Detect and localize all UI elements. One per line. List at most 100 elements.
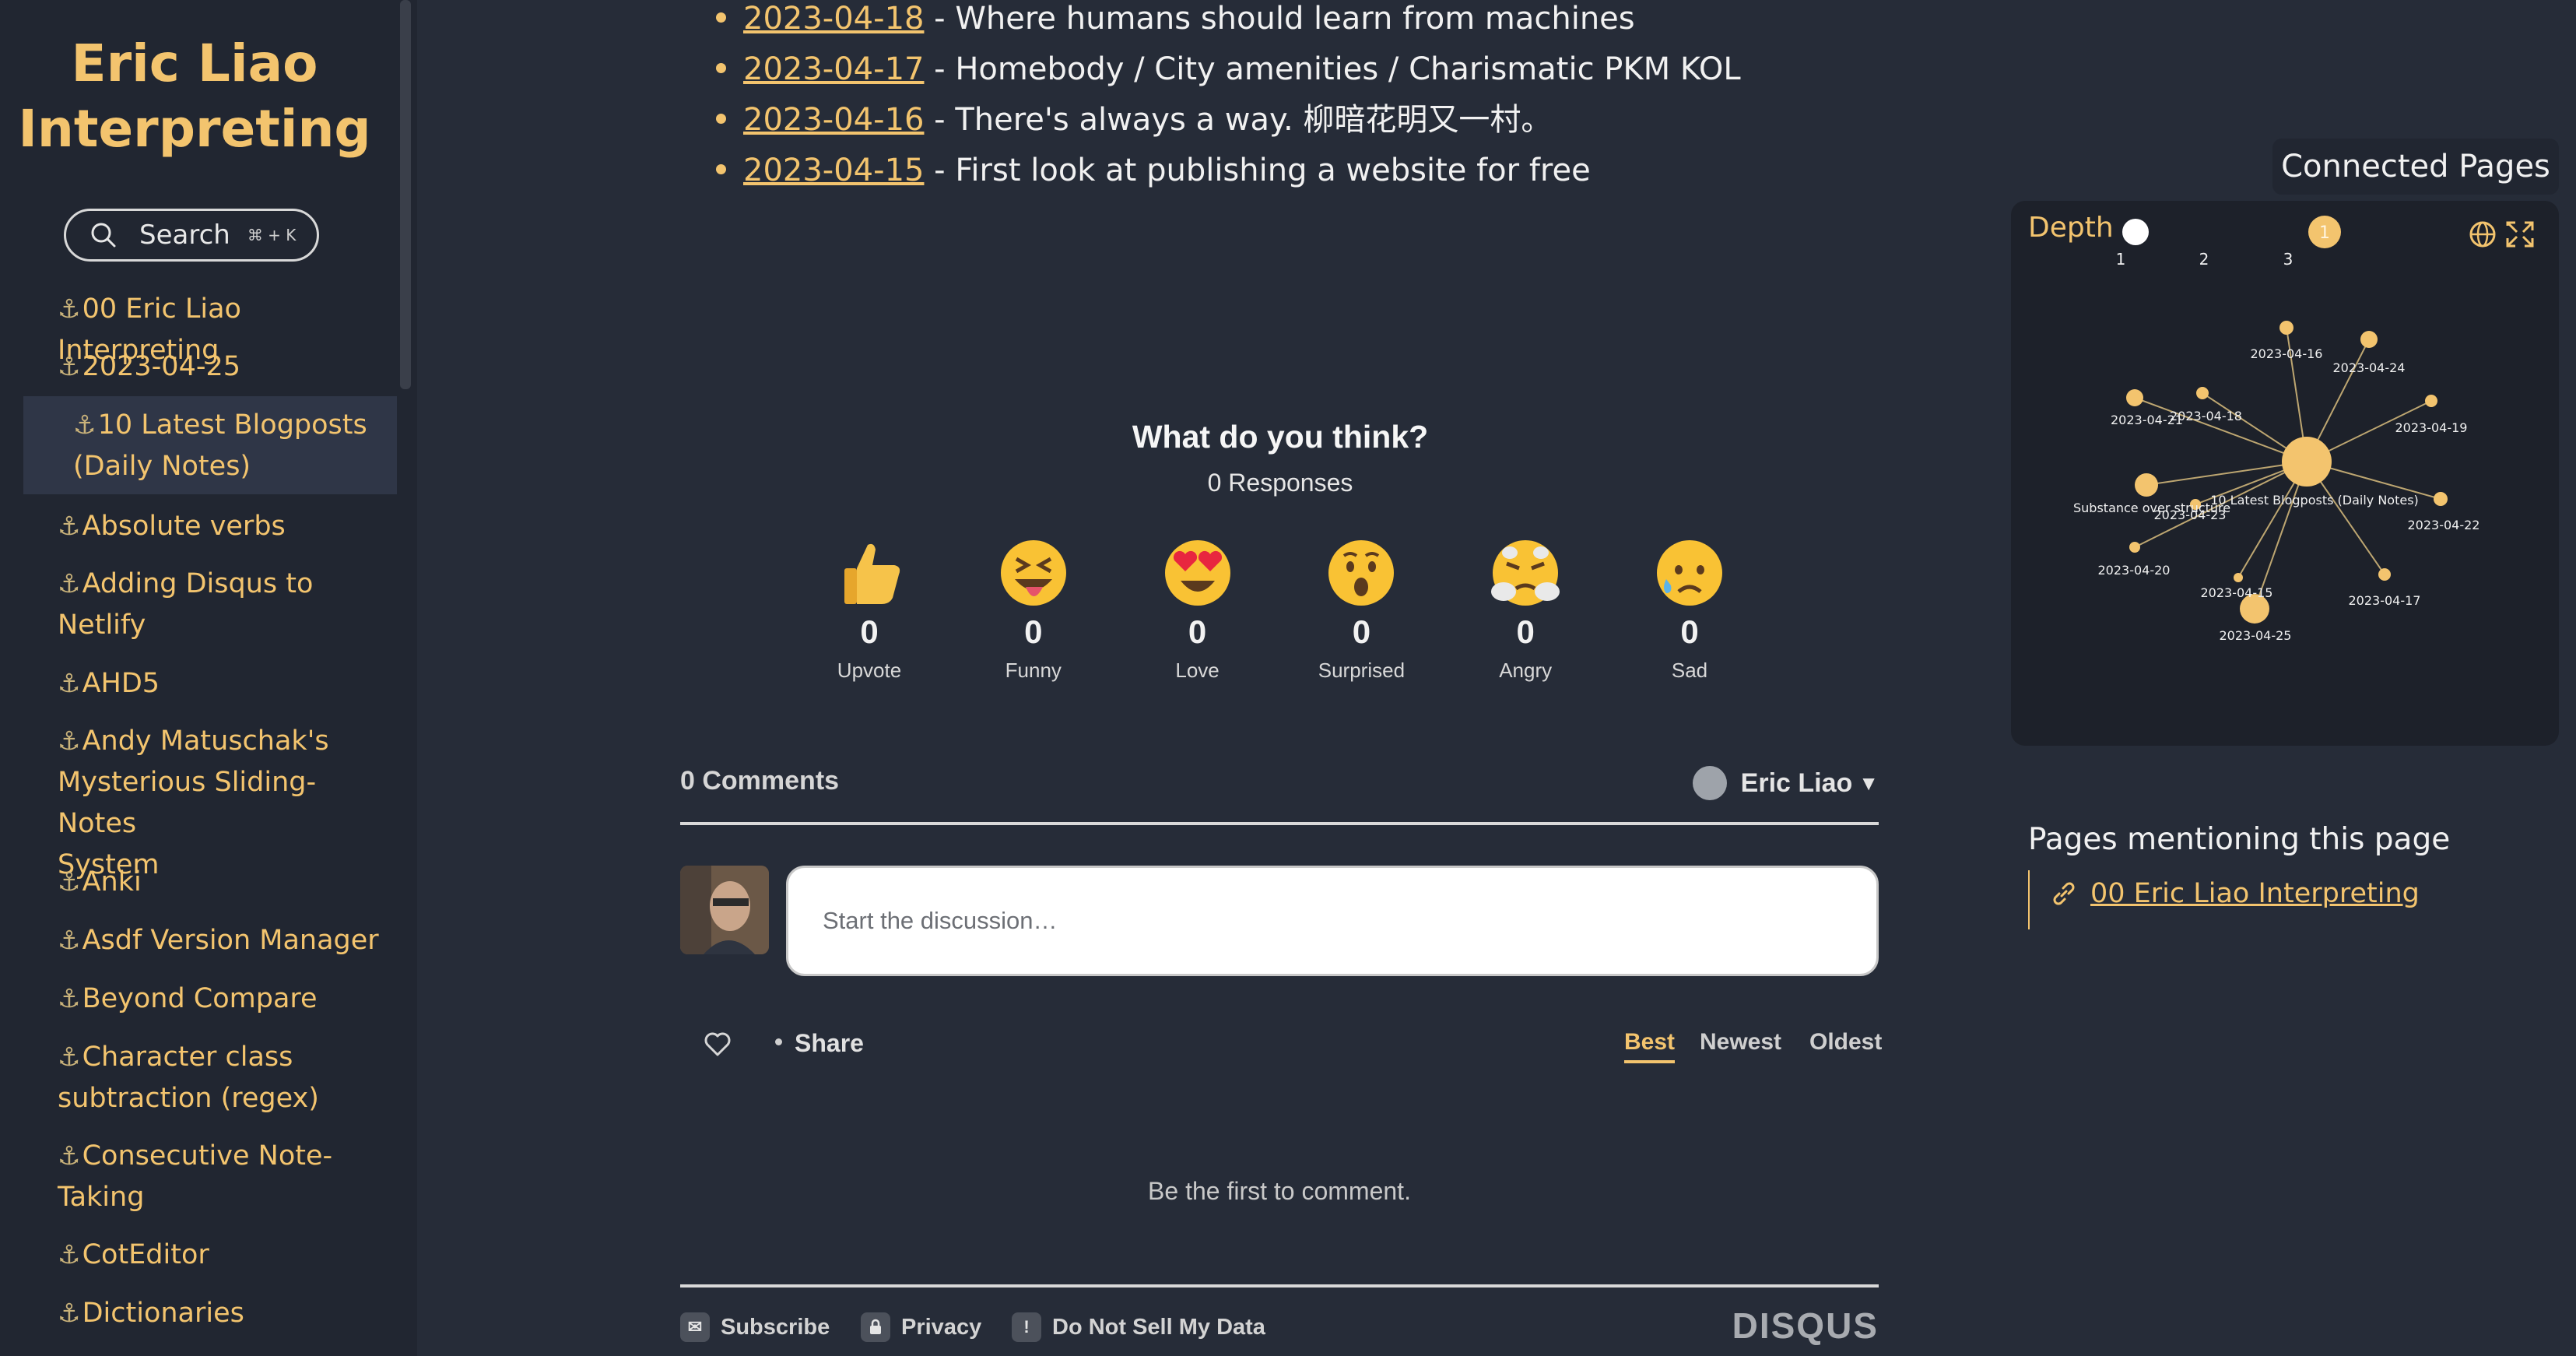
sidebar-item-text: subtraction (regex) — [58, 1083, 319, 1114]
steam-nose-emoji — [1451, 537, 1599, 609]
sidebar-item[interactable]: ⚓2023-04-25 — [58, 346, 384, 388]
graph-canvas[interactable]: 11 2 310 Latest Blogposts (Daily Notes)202… — [2011, 201, 2559, 746]
sidebar-item-text: CotEditor — [82, 1239, 209, 1270]
privacy-link[interactable]: Privacy — [861, 1312, 981, 1342]
sidebar-item[interactable]: ⚓Absolute verbs — [58, 505, 384, 547]
sidebar-item-label: ⚓Consecutive Note- — [58, 1135, 384, 1177]
graph-node-label: 2023-04-19 — [2395, 420, 2468, 435]
sidebar-item[interactable]: ⚓Dictionaries — [58, 1292, 384, 1334]
sidebar-item-label: ⚓10 Latest Blogposts — [73, 404, 397, 446]
sidebar-item-label: ⚓Character class — [58, 1036, 384, 1078]
graph-node[interactable] — [2434, 492, 2448, 506]
sidebar-item[interactable]: ⚓Anki — [58, 861, 384, 903]
sidebar-item-label: Taking — [58, 1177, 384, 1218]
subscribe-link[interactable]: ✉ Subscribe — [680, 1312, 830, 1342]
graph-node[interactable] — [2129, 542, 2140, 553]
user-name: Eric Liao — [1740, 768, 1853, 798]
graph-node[interactable] — [2279, 321, 2293, 335]
reaction-surprised[interactable]: 0 Surprised — [1287, 537, 1435, 683]
reaction-count: 0 — [1352, 613, 1371, 650]
expand-icon[interactable] — [2506, 221, 2534, 248]
site-title[interactable]: Eric Liao Interpreting — [16, 31, 374, 162]
post-date-link[interactable]: 2023-04-16 — [743, 102, 924, 138]
sidebar-item[interactable]: ⚓AHD5 — [58, 662, 384, 704]
sidebar-item-label: ⚓Beyond Compare — [58, 978, 384, 1020]
reaction-upvote[interactable]: 0 Upvote — [795, 537, 943, 683]
reaction-angry[interactable]: 0 Angry — [1451, 537, 1599, 683]
post-date-link[interactable]: 2023-04-17 — [743, 51, 924, 87]
reactions-responses: 0 Responses — [1207, 469, 1353, 497]
graph-node-label: 10 Latest Blogposts (Daily Notes) — [2210, 493, 2419, 508]
globe-icon[interactable] — [2469, 221, 2496, 248]
sidebar-item-text: 2023-04-25 — [82, 351, 240, 382]
graph-node[interactable] — [2234, 573, 2243, 582]
search-button[interactable]: Search ⌘ + K — [64, 209, 319, 262]
sidebar-scrollbar[interactable] — [400, 0, 411, 389]
sort-newest-tab[interactable]: Newest — [1700, 1029, 1781, 1056]
search-icon — [91, 223, 116, 248]
anchor-icon: ⚓ — [58, 668, 81, 698]
graph-node[interactable] — [2360, 331, 2378, 348]
reaction-love[interactable]: 0 Love — [1124, 537, 1272, 683]
sidebar-item-label: subtraction (regex) — [58, 1078, 384, 1119]
reaction-label: Angry — [1499, 659, 1553, 682]
sidebar-item-label: (Daily Notes) — [73, 446, 397, 487]
sidebar-item-text: AHD5 — [82, 668, 160, 699]
site-title-line1[interactable]: Eric Liao — [16, 31, 374, 97]
privacy-label: Privacy — [901, 1314, 982, 1340]
anchor-icon: ⚓ — [58, 725, 81, 756]
depth-slider-start-handle[interactable] — [2122, 219, 2149, 245]
sidebar-item[interactable]: ⚓Asdf Version Manager — [58, 919, 384, 961]
graph-node[interactable] — [2126, 389, 2143, 406]
depth-slider-value: 1 — [2319, 223, 2330, 243]
reaction-sad[interactable]: 0 Sad — [1616, 537, 1764, 683]
disqus-logo[interactable]: DISQUS — [1732, 1305, 1879, 1347]
sidebar-item-text: Absolute verbs — [82, 511, 286, 542]
reaction-funny[interactable]: 0 Funny — [960, 537, 1107, 683]
site-title-line2[interactable]: Interpreting — [16, 97, 374, 162]
sidebar-item[interactable]: ⚓Beyond Compare — [58, 978, 384, 1020]
graph-node-label: 2023-04-16 — [2251, 346, 2323, 361]
link-icon — [2053, 882, 2075, 905]
user-menu[interactable]: Eric Liao ▼ — [1692, 766, 1879, 800]
mention-link[interactable]: 00 Eric Liao Interpreting — [2048, 870, 2420, 917]
envelope-icon: ✉ — [680, 1312, 710, 1342]
anchor-icon: ⚓ — [58, 1298, 81, 1328]
comment-input-placeholder: Start the discussion… — [823, 907, 1058, 934]
comments-count[interactable]: 0 Comments — [680, 766, 839, 796]
sidebar-item-label: ⚓CotEditor — [58, 1234, 384, 1276]
sidebar-item[interactable]: ⚓10 Latest Blogposts (Daily Notes) — [23, 396, 397, 494]
comment-input[interactable]: Start the discussion… — [786, 866, 1879, 976]
post-date-link[interactable]: 2023-04-18 — [743, 1, 924, 37]
squinting-tongue-emoji — [960, 537, 1107, 609]
bullet-dot — [716, 62, 726, 73]
sidebar-item-label: Netlify — [58, 605, 384, 646]
graph-node[interactable] — [2196, 387, 2209, 399]
reaction-count: 0 — [1680, 613, 1699, 650]
post-list-item: 2023-04-15 - First look at publishing a … — [716, 150, 1591, 191]
anchor-icon: ⚓ — [58, 925, 81, 955]
graph-node[interactable] — [2378, 568, 2391, 581]
graph-node[interactable] — [2282, 437, 2332, 487]
sidebar-item[interactable]: ⚓Adding Disqus to Netlify — [58, 563, 384, 646]
share-button[interactable]: Share — [775, 1029, 864, 1058]
reaction-label: Surprised — [1318, 659, 1406, 682]
sad-sweat-emoji — [1616, 537, 1764, 609]
do-not-sell-label: Do Not Sell My Data — [1052, 1314, 1265, 1340]
do-not-sell-link[interactable]: ! Do Not Sell My Data — [1012, 1312, 1265, 1342]
sidebar-item[interactable]: ⚓Character class subtraction (regex) — [58, 1036, 384, 1119]
depth-tick-label: 3 — [2283, 250, 2293, 269]
sidebar-item-text: Consecutive Note- — [82, 1140, 333, 1172]
sidebar-item[interactable]: ⚓CotEditor — [58, 1234, 384, 1276]
subscribe-label: Subscribe — [721, 1314, 830, 1340]
avatar[interactable] — [680, 866, 769, 954]
sidebar-item[interactable]: ⚓Consecutive Note- Taking — [58, 1135, 384, 1218]
reaction-label: Upvote — [837, 659, 902, 682]
anchor-icon: ⚓ — [58, 1140, 81, 1171]
sort-oldest-tab[interactable]: Oldest — [1809, 1029, 1882, 1056]
post-date-link[interactable]: 2023-04-15 — [743, 153, 924, 188]
graph-node[interactable] — [2425, 395, 2437, 407]
sort-best-tab[interactable]: Best — [1624, 1029, 1676, 1063]
heart-icon[interactable] — [704, 1031, 732, 1057]
graph-node[interactable] — [2135, 473, 2158, 497]
